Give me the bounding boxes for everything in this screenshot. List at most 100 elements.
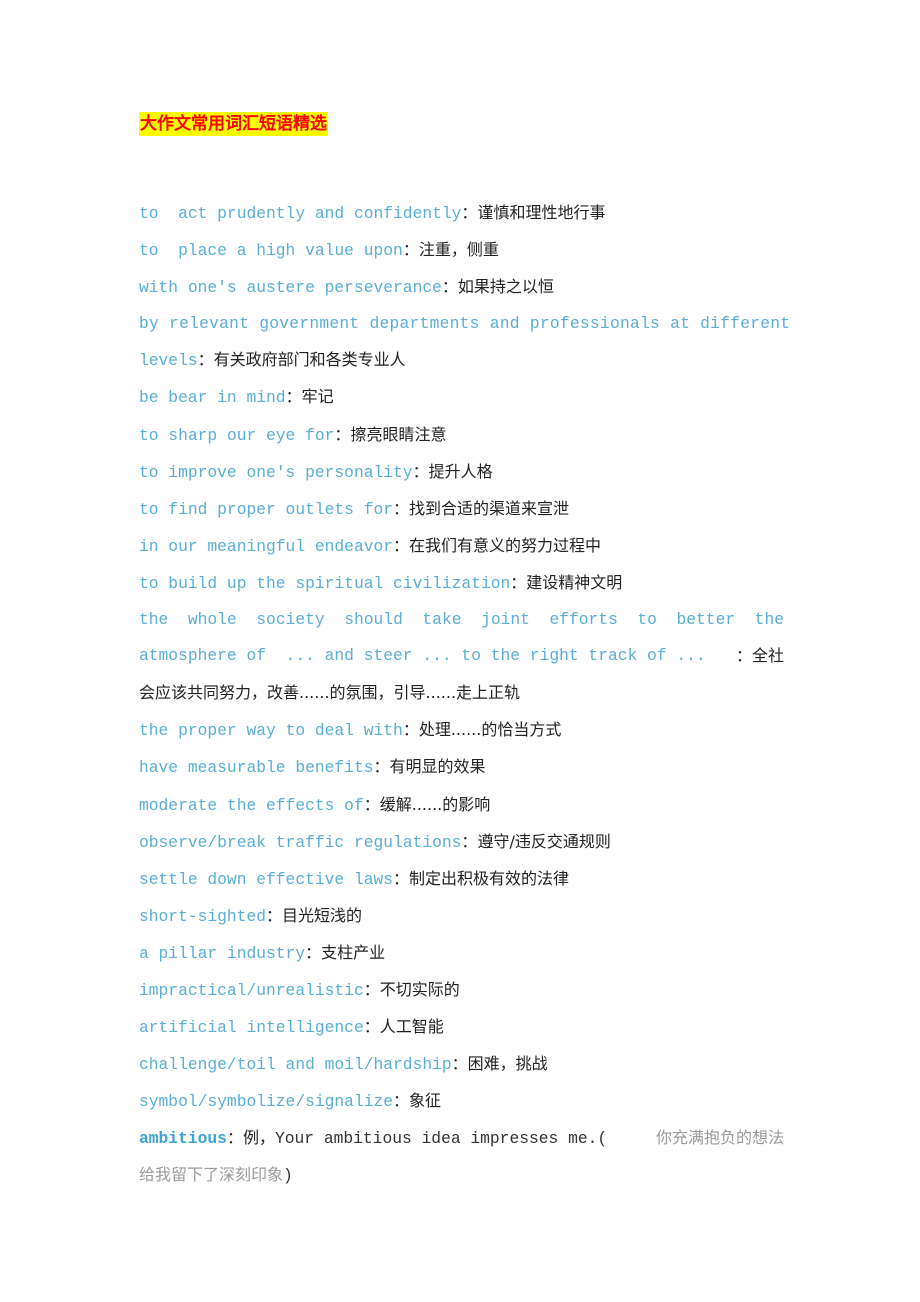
phrase-entry: artificial intelligence：人工智能 <box>139 1009 784 1046</box>
phrase-entry: with one's austere perseverance：如果持之以恒 <box>139 269 784 306</box>
colon-separator: ： <box>363 979 380 999</box>
document-page: 大作文常用词汇短语精选 to act prudently and confide… <box>139 112 790 1195</box>
phrase-list: to act prudently and confidently：谨慎和理性地行… <box>139 195 790 1195</box>
phrase-entry-line2: atmosphere of ... and steer ... to the r… <box>139 638 784 675</box>
colon-separator: ： <box>305 942 322 962</box>
colon-separator: ： <box>402 240 419 260</box>
chinese-meaning: 不切实际的 <box>379 979 460 999</box>
phrase-entry: settle down effective laws：制定出积极有效的法律 <box>139 861 784 898</box>
colon-separator: ： <box>393 868 410 888</box>
chinese-meaning: 制定出积极有效的法律 <box>409 868 570 888</box>
phrase-entry: have measurable benefits：有明显的效果 <box>139 749 784 786</box>
example-close-paren: ) <box>283 1166 293 1186</box>
english-phrase: ambitious <box>139 1129 227 1149</box>
phrase-entry: to sharp our eye for：擦亮眼睛注意 <box>139 417 784 454</box>
phrase-entry-line2: levels：有关政府部门和各类专业人 <box>139 342 784 379</box>
english-phrase: to sharp our eye for <box>139 425 335 445</box>
chinese-meaning: 谨慎和理性地行事 <box>477 203 606 222</box>
english-phrase: by relevant government departments and p… <box>139 314 791 334</box>
chinese-meaning: 如果持之以恒 <box>457 277 554 297</box>
phrase-entry-line2: 给我留下了深刻印象) <box>139 1157 784 1194</box>
english-phrase: symbol/symbolize/signalize <box>139 1092 394 1112</box>
phrase-entry: short-sighted：目光短浅的 <box>139 898 784 935</box>
document-title: 大作文常用词汇短语精选 <box>139 112 328 136</box>
english-phrase: to act prudently and confidently <box>139 204 462 223</box>
colon-separator: ： <box>285 387 302 407</box>
english-phrase: short-sighted <box>139 906 267 926</box>
colon-separator: ： <box>363 1017 380 1037</box>
phrase-entry: a pillar industry：支柱产业 <box>139 935 784 972</box>
phrase-entry: to build up the spiritual civilization：建… <box>139 565 784 602</box>
english-phrase: challenge/toil and moil/hardship <box>139 1055 452 1075</box>
chinese-meaning: 找到合适的渠道来宣泄 <box>409 498 570 518</box>
colon-separator: ： <box>363 794 380 814</box>
phrase-entry-line3: 会应该共同努力，改善......的氛围，引导......走上正轨 <box>139 675 784 712</box>
english-phrase: with one's austere perseverance <box>139 278 442 298</box>
chinese-meaning: 支柱产业 <box>321 942 386 962</box>
chinese-meaning: 牢记 <box>301 387 334 407</box>
colon-separator: ： <box>393 1091 410 1111</box>
colon-separator: ： <box>226 1128 243 1148</box>
chinese-meaning: 建设精神文明 <box>526 572 623 592</box>
phrase-entry: to place a high value upon：注重，侧重 <box>139 232 784 269</box>
chinese-meaning: 提升人格 <box>428 461 493 481</box>
colon-separator: ： <box>334 424 351 444</box>
english-phrase: moderate the effects of <box>139 795 364 815</box>
colon-separator: ： <box>412 461 429 481</box>
colon-separator: ： <box>510 572 527 592</box>
english-phrase: artificial intelligence <box>139 1018 364 1038</box>
english-phrase-continued: levels <box>139 351 198 371</box>
chinese-meaning: 处理......的恰当方式 <box>418 720 562 740</box>
chinese-meaning: 全社 <box>751 646 784 666</box>
colon-separator: ： <box>461 203 478 222</box>
english-phrase: observe/break traffic regulations <box>139 832 462 852</box>
phrase-entry: moderate the effects of：缓解......的影响 <box>139 787 784 824</box>
chinese-meaning: 人工智能 <box>379 1017 444 1037</box>
colon-separator: ： <box>197 350 214 370</box>
chinese-meaning: 擦亮眼睛注意 <box>350 424 447 444</box>
english-phrase: a pillar industry <box>139 943 306 963</box>
colon-separator: ： <box>451 1054 468 1074</box>
chinese-meaning: 有明显的效果 <box>389 757 486 777</box>
chinese-meaning: 目光短浅的 <box>282 905 363 925</box>
english-phrase: settle down effective laws <box>139 869 394 889</box>
english-phrase: to place a high value upon <box>139 241 403 261</box>
phrase-entry: symbol/symbolize/signalize：象征 <box>139 1083 784 1120</box>
phrase-entry-line1: ambitious：例，Your ambitious idea impresse… <box>139 1120 784 1157</box>
colon-separator: ： <box>266 905 283 925</box>
colon-separator: ： <box>393 535 410 555</box>
phrase-entry: in our meaningful endeavor：在我们有意义的努力过程中 <box>139 528 784 565</box>
colon-separator: ： <box>373 757 390 777</box>
phrase-entry: to improve one's personality：提升人格 <box>139 454 784 491</box>
phrase-entry-line1: the whole society should take joint effo… <box>139 602 784 638</box>
example-translation-continued: 给我留下了深刻印象 <box>139 1165 284 1185</box>
phrase-entry: impractical/unrealistic：不切实际的 <box>139 972 784 1009</box>
english-phrase: the proper way to deal with <box>139 721 403 741</box>
chinese-meaning-continued: 会应该共同努力，改善......的氛围，引导......走上正轨 <box>139 683 521 703</box>
colon-separator: ： <box>393 498 410 518</box>
english-phrase: to improve one's personality <box>139 462 413 482</box>
phrase-entry: the proper way to deal with：处理......的恰当方… <box>139 712 784 749</box>
example-sentence: Your ambitious idea impresses me.( <box>274 1129 608 1149</box>
example-translation: 你充满抱负的想法 <box>655 1128 784 1148</box>
phrase-entry: to find proper outlets for：找到合适的渠道来宣泄 <box>139 491 784 528</box>
colon-separator: ： <box>441 277 458 297</box>
example-prefix: 例， <box>242 1128 275 1148</box>
english-phrase: the whole society should take joint effo… <box>139 610 784 630</box>
phrase-entry: to act prudently and confidently：谨慎和理性地行… <box>139 195 784 232</box>
colon-separator: ： <box>402 720 419 740</box>
chinese-meaning: 有关政府部门和各类专业人 <box>213 350 406 370</box>
english-phrase: to build up the spiritual civilization <box>139 573 511 593</box>
english-phrase: have measurable benefits <box>139 758 374 778</box>
english-phrase: in our meaningful endeavor <box>139 536 394 556</box>
phrase-entry: challenge/toil and moil/hardship：困难，挑战 <box>139 1046 784 1083</box>
chinese-meaning: 注重，侧重 <box>418 240 499 260</box>
chinese-meaning: 困难，挑战 <box>467 1054 548 1074</box>
colon-separator: ： <box>735 646 752 666</box>
phrase-entry-line1: by relevant government departments and p… <box>139 306 790 342</box>
chinese-meaning: 遵守/违反交通规则 <box>477 831 611 851</box>
colon-separator: ： <box>461 831 478 851</box>
english-phrase: to find proper outlets for <box>139 499 394 519</box>
chinese-meaning: 缓解......的影响 <box>379 794 491 814</box>
english-phrase: be bear in mind <box>139 388 286 408</box>
